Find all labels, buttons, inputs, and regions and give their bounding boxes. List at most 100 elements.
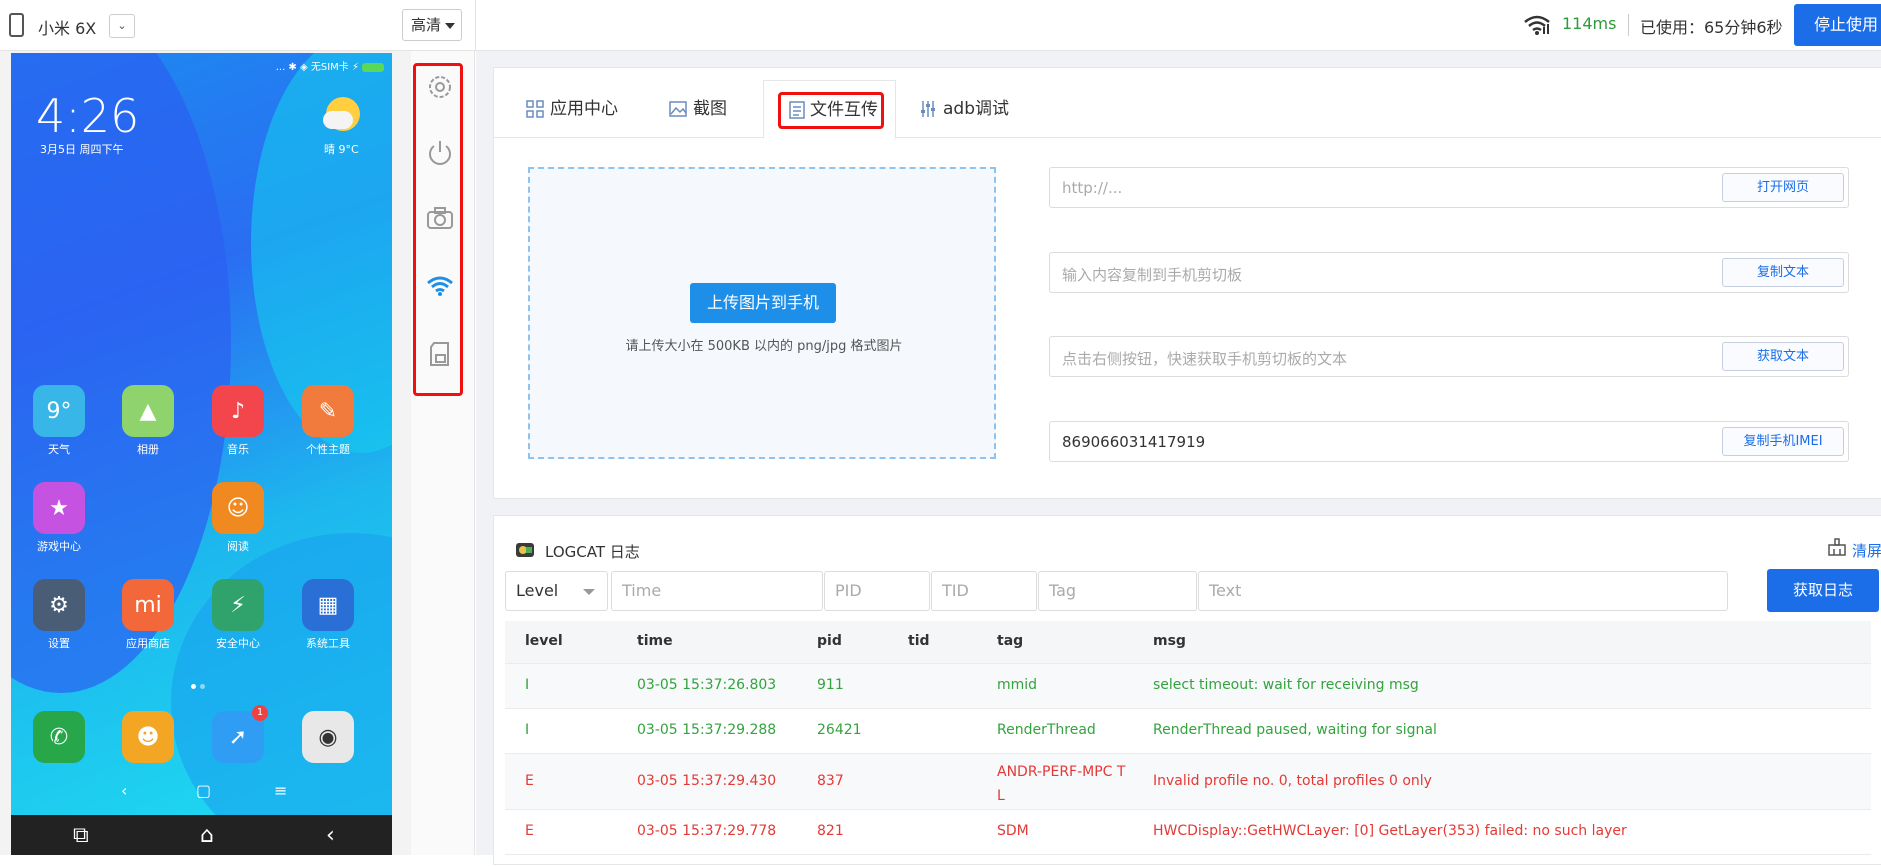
column-header-pid[interactable]: pid: [817, 633, 842, 649]
tools-card: 应用中心 截图 文件互传 adb调试 上传图片到手机 请上传大小在 500KB …: [493, 67, 1881, 499]
log-table: level time pid tid tag msg I 03-05 15:37…: [505, 621, 1871, 866]
app-icon-4[interactable]: ★ 游戏中心: [19, 482, 99, 554]
wifi-icon[interactable]: [425, 271, 455, 301]
tab-adb-debug[interactable]: adb调试: [907, 80, 1027, 138]
chevron-down-icon: [583, 589, 595, 595]
app-icon-2[interactable]: ♪ 音乐: [198, 385, 278, 457]
tab-file-transfer[interactable]: 文件互传: [763, 80, 896, 139]
column-header-time[interactable]: time: [637, 633, 673, 649]
table-row[interactable]: E 03-05 15:37:29.430 837 ANDR-PERF-MPC T…: [505, 754, 1871, 810]
app-glyph: ◉: [318, 724, 338, 750]
app-label: 天气: [48, 443, 70, 456]
upload-dropzone[interactable]: 上传图片到手机 请上传大小在 500KB 以内的 png/jpg 格式图片: [528, 167, 996, 459]
clear-icon[interactable]: [1827, 537, 1847, 557]
recent-apps-icon[interactable]: ⧉: [73, 823, 89, 848]
app-icon-1[interactable]: ▲ 相册: [108, 385, 188, 457]
level-select[interactable]: Level: [505, 571, 608, 611]
logcat-title: LOGCAT 日志: [545, 543, 640, 561]
quality-select[interactable]: 高清: [402, 9, 462, 41]
image-icon: [669, 101, 687, 117]
page-indicator: [189, 674, 207, 693]
time-filter-input[interactable]: Time: [611, 571, 823, 611]
latency-value: 114ms: [1562, 14, 1617, 33]
table-row[interactable]: I 03-05 15:37:26.803 911 mmid select tim…: [505, 664, 1871, 709]
url-field[interactable]: http://... 打开网页: [1049, 167, 1849, 208]
app-icon-7[interactable]: mi 应用商店: [108, 579, 188, 651]
app-glyph-icon: ➚ 1: [212, 705, 268, 763]
dock-app-icon-0[interactable]: ✆: [19, 711, 99, 763]
imei-field[interactable]: 869066031417919 复制手机IMEI: [1049, 421, 1849, 462]
app-glyph-icon: 9°: [33, 385, 85, 437]
cell-time: 03-05 15:37:26.803: [637, 677, 777, 693]
app-label: 个性主题: [306, 443, 350, 456]
app-icon-6[interactable]: ⚙ 设置: [19, 579, 99, 651]
back-icon[interactable]: ‹: [326, 823, 335, 848]
phone-icon: [9, 13, 24, 37]
clear-screen-button[interactable]: 清屏: [1852, 540, 1881, 561]
column-header-msg[interactable]: msg: [1153, 633, 1186, 649]
app-glyph: ➚: [228, 724, 248, 750]
cell-msg: select timeout: wait for receiving msg: [1153, 677, 1419, 693]
table-row[interactable]: E 03-05 15:37:29.778 821 SDM HWCDisplay:…: [505, 810, 1871, 855]
app-glyph-icon: ▲: [122, 385, 174, 437]
clipboard-output[interactable]: 点击右侧按钮，快速获取手机剪切板的文本: [1062, 348, 1347, 369]
app-label: 设置: [48, 637, 70, 650]
column-header-level[interactable]: level: [525, 633, 563, 649]
cell-pid: 821: [817, 823, 844, 839]
clipboard-input[interactable]: 输入内容复制到手机剪切板: [1062, 264, 1242, 285]
get-text-button[interactable]: 获取文本: [1722, 342, 1844, 371]
dock-app-icon-2[interactable]: ➚ 1: [198, 705, 278, 763]
clipboard-fetch-field[interactable]: 点击右侧按钮，快速获取手机剪切板的文本 获取文本: [1049, 336, 1849, 377]
app-icon-3[interactable]: ✎ 个性主题: [288, 385, 368, 457]
column-header-tid[interactable]: tid: [908, 633, 930, 649]
top-bar: 小米 6X ⌄ 高清 114ms 已使用：65分钟6秒 停止使用: [0, 0, 1881, 51]
imei-value[interactable]: 869066031417919: [1062, 433, 1205, 451]
app-icon-8[interactable]: ⚡ 安全中心: [198, 579, 278, 651]
tag-filter-input[interactable]: Tag: [1038, 571, 1197, 611]
camera-icon[interactable]: [425, 203, 455, 233]
soft-home-icon[interactable]: ▢: [196, 781, 211, 800]
app-icon-0[interactable]: 9° 天气: [19, 385, 99, 457]
soft-menu-icon[interactable]: ≡: [274, 781, 287, 800]
tab-screenshot[interactable]: 截图: [657, 80, 757, 138]
copy-imei-button[interactable]: 复制手机IMEI: [1722, 427, 1844, 456]
sd-card-icon[interactable]: [425, 339, 455, 369]
cell-level: I: [525, 677, 530, 693]
pid-filter-input[interactable]: PID: [824, 571, 930, 611]
power-icon[interactable]: [425, 138, 455, 168]
tab-app-center[interactable]: 应用中心: [514, 80, 644, 138]
notification-badge: 1: [252, 705, 268, 721]
soft-back-icon[interactable]: ‹: [121, 781, 127, 800]
tab-label: adb调试: [943, 99, 1009, 119]
column-header-tag[interactable]: tag: [997, 633, 1023, 649]
app-glyph-icon: ✎: [302, 385, 354, 437]
table-row[interactable]: I 03-05 15:37:29.288 26421 RenderThread …: [505, 709, 1871, 754]
home-icon[interactable]: ⌂: [200, 823, 214, 848]
open-webpage-button[interactable]: 打开网页: [1722, 173, 1844, 202]
cell-level: E: [525, 823, 534, 839]
cell-pid: 837: [817, 773, 844, 789]
url-input[interactable]: http://...: [1062, 179, 1122, 197]
upload-image-button[interactable]: 上传图片到手机: [690, 283, 836, 323]
app-glyph-icon: ▦: [302, 579, 354, 631]
settings-icon[interactable]: [425, 72, 455, 102]
tid-filter-input[interactable]: TID: [931, 571, 1037, 611]
app-glyph-icon: ⚡: [212, 579, 264, 631]
cell-time: 03-05 15:37:29.430: [637, 773, 777, 789]
cell-tag: mmid: [997, 677, 1038, 693]
text-filter-input[interactable]: Text: [1198, 571, 1728, 611]
clipboard-copy-field[interactable]: 输入内容复制到手机剪切板 复制文本: [1049, 252, 1849, 293]
device-select-dropdown[interactable]: ⌄: [109, 14, 135, 38]
app-icon-5[interactable]: ☺ 阅读: [198, 482, 278, 554]
app-glyph-icon: ◉: [302, 711, 354, 763]
copy-text-button[interactable]: 复制文本: [1722, 258, 1844, 287]
fetch-logs-button[interactable]: 获取日志: [1767, 569, 1879, 612]
dock-app-icon-3[interactable]: ◉: [288, 711, 368, 763]
stop-using-button[interactable]: 停止使用: [1794, 4, 1881, 46]
page-dot: [191, 684, 196, 689]
app-icon-9[interactable]: ▦ 系统工具: [288, 579, 368, 651]
phone-screen[interactable]: ... ✱ ◈ 无SIM卡 ⚡ 4:26 3月5日 周四下午 晴 9°C 9° 天…: [11, 53, 392, 855]
dock-app-icon-1[interactable]: ☻: [108, 711, 188, 763]
level-select-value: Level: [516, 581, 559, 600]
app-label: 音乐: [227, 443, 249, 456]
